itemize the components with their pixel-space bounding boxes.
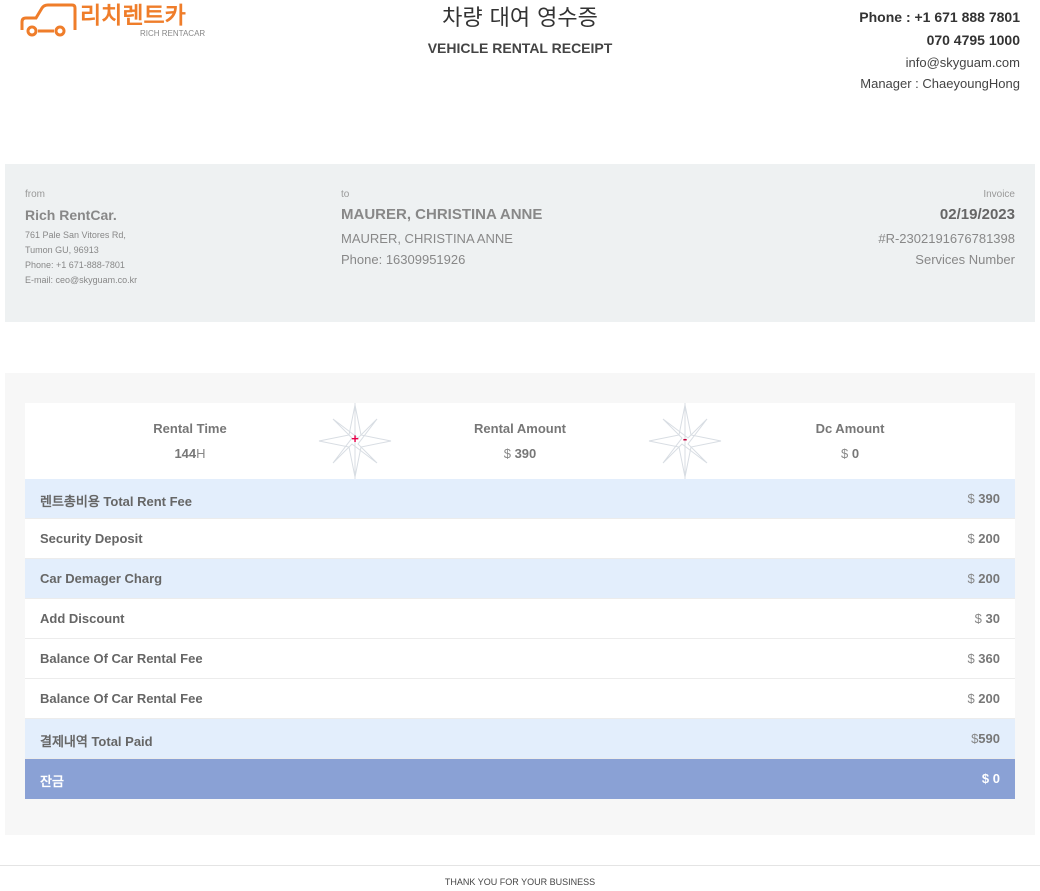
row-total-rent-fee: 렌트총비용 Total Rent Fee $ 390 xyxy=(25,479,1015,519)
to-name-secondary: MAURER, CHRISTINA ANNE xyxy=(341,231,513,246)
row-value: $ 390 xyxy=(967,491,1000,506)
footer-divider xyxy=(0,865,1040,866)
rental-summary-panel: Rental Time 144H + Rental Amount $ 390 -… xyxy=(5,373,1035,835)
services-number-label: Services Number xyxy=(915,252,1015,267)
billing-info-band: from Rich RentCar. 761 Pale San Vitores … xyxy=(5,164,1035,322)
to-name: MAURER, CHRISTINA ANNE xyxy=(341,206,543,223)
from-address2: Tumon GU, 96913 xyxy=(25,245,99,255)
row-value: $590 xyxy=(971,731,1000,746)
phone-alt: 070 4795 1000 xyxy=(926,32,1020,48)
row-label: Security Deposit xyxy=(40,531,143,546)
metric-value: 144H xyxy=(174,446,206,461)
row-security-deposit: Security Deposit $ 200 xyxy=(25,519,1015,559)
row-remaining-balance: 잔금 $ 0 xyxy=(25,759,1015,799)
row-label: 잔금 xyxy=(40,774,64,789)
footer-thanks: THANK YOU FOR YOUR BUSINESS xyxy=(444,877,596,887)
to-phone: Phone: 16309951926 xyxy=(341,252,466,267)
invoice-label: Invoice xyxy=(983,189,1015,200)
row-value: $ 360 xyxy=(967,651,1000,666)
from-block: from Rich RentCar. 761 Pale San Vitores … xyxy=(25,188,137,288)
manager-name: Manager : ChaeyoungHong xyxy=(860,76,1020,91)
metric-value: $ 390 xyxy=(503,446,537,461)
metric-label: Rental Time xyxy=(153,421,227,436)
metrics-row: Rental Time 144H + Rental Amount $ 390 -… xyxy=(25,403,1015,479)
metric-label: Rental Amount xyxy=(474,421,566,436)
rental-summary-card: Rental Time 144H + Rental Amount $ 390 -… xyxy=(25,403,1015,799)
row-label: Add Discount xyxy=(40,611,125,626)
row-value: $ 30 xyxy=(974,611,1000,626)
row-value: $ 200 xyxy=(967,531,1000,546)
from-name: Rich RentCar. xyxy=(25,207,117,223)
row-label: Balance Of Car Rental Fee xyxy=(40,651,203,666)
metric-value: $ 0 xyxy=(840,446,860,461)
row-total-paid: 결제내역 Total Paid $590 xyxy=(25,719,1015,759)
row-label: Car Demager Charg xyxy=(40,571,163,586)
invoice-number: #R-2302191676781398 xyxy=(878,231,1015,246)
row-balance-rental-fee: Balance Of Car Rental Fee $ 360 xyxy=(25,639,1015,679)
from-email: E-mail: ceo@skyguam.co.kr xyxy=(25,275,138,285)
row-add-discount: Add Discount $ 30 xyxy=(25,599,1015,639)
from-label: from xyxy=(25,189,45,200)
to-label: to xyxy=(341,189,350,200)
row-label: 결제내역 Total Paid xyxy=(40,734,153,749)
from-phone: Phone: +1 671-888-7801 xyxy=(25,260,125,270)
row-value: $ 0 xyxy=(981,771,1000,786)
row-car-damage-charge: Car Demager Charg $ 200 xyxy=(25,559,1015,599)
contact-info: Phone : +1 671 888 7801 070 4795 1000 in… xyxy=(859,6,1020,94)
invoice-date: 02/19/2023 xyxy=(939,206,1015,223)
phone-line: Phone : +1 671 888 7801 xyxy=(859,9,1020,25)
row-value: $ 200 xyxy=(967,571,1000,586)
from-address1: 761 Pale San Vitores Rd, xyxy=(25,230,126,240)
invoice-block: Invoice 02/19/2023 #R-2302191676781398 S… xyxy=(878,188,1015,270)
to-block: to MAURER, CHRISTINA ANNE MAURER, CHRIST… xyxy=(341,188,542,270)
email-link[interactable]: info@skyguam.com xyxy=(859,52,1020,73)
row-label: 렌트총비용 Total Rent Fee xyxy=(40,494,193,509)
row-value: $ 200 xyxy=(967,691,1000,706)
row-label: Balance Of Car Rental Fee xyxy=(40,691,203,706)
row-balance-rental-fee-2: Balance Of Car Rental Fee $ 200 xyxy=(25,679,1015,719)
metric-label: Dc Amount xyxy=(815,421,885,436)
